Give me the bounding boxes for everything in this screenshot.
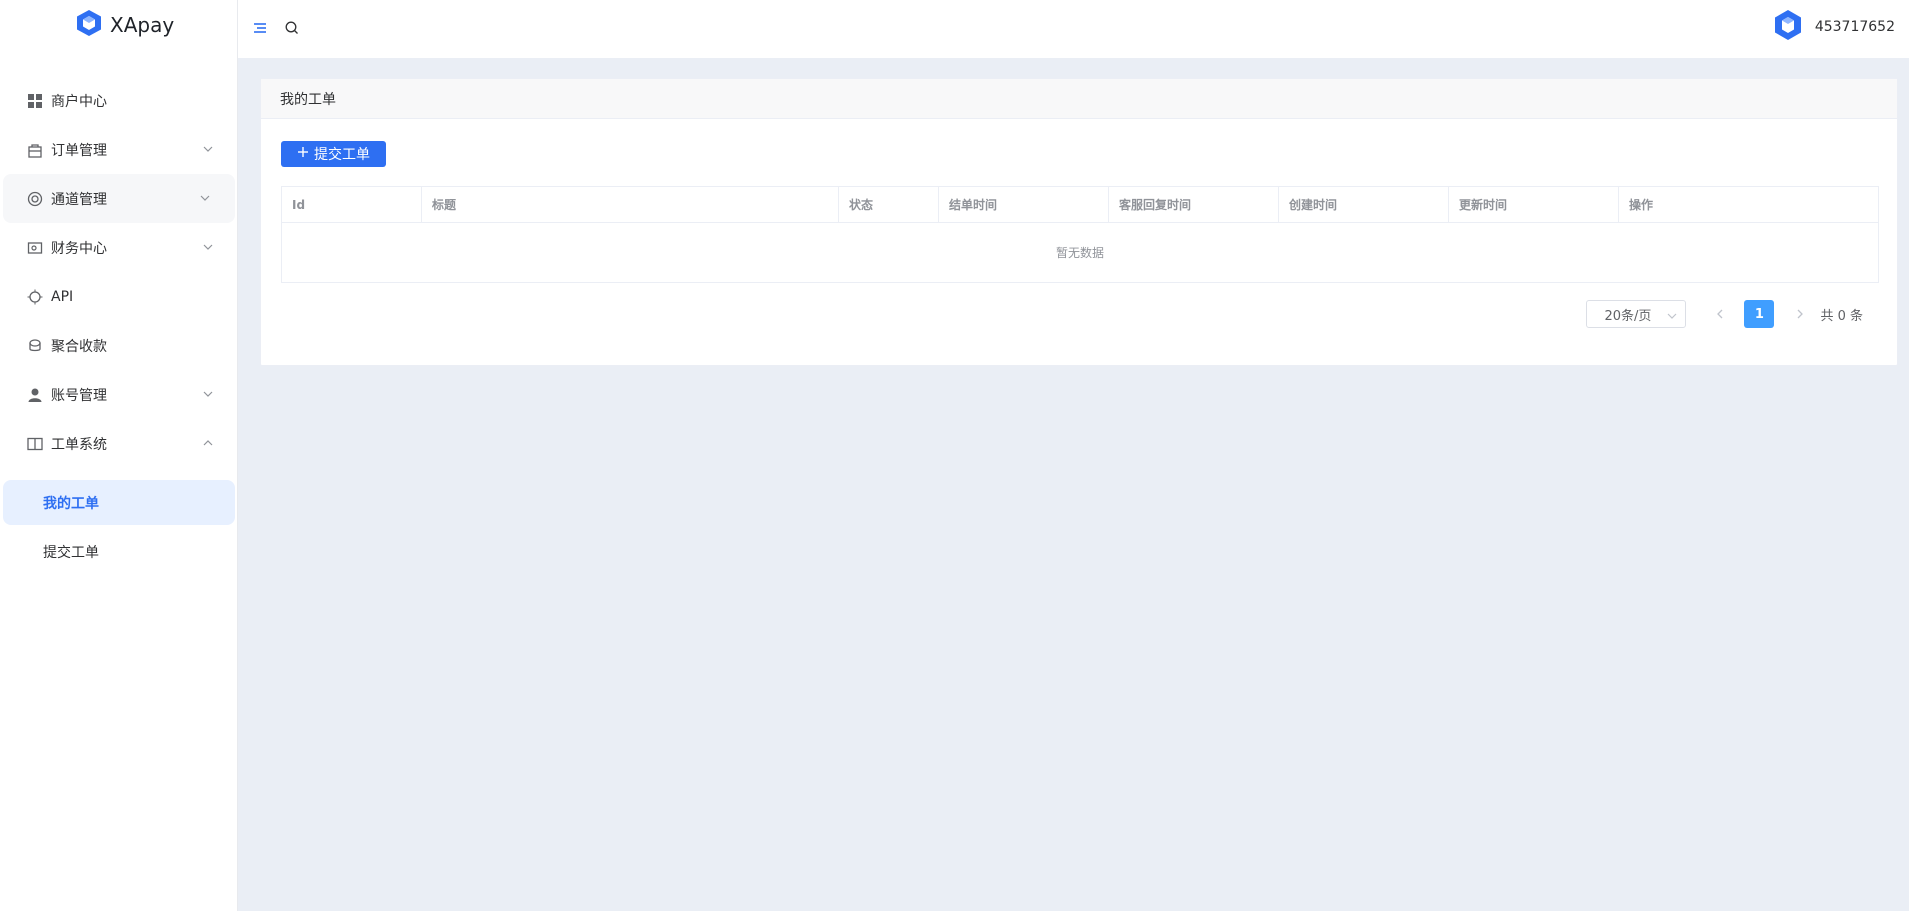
page-number-current[interactable]: 1	[1744, 300, 1775, 328]
chevron-down-icon	[1667, 310, 1677, 320]
sidebar-item-merchant-center[interactable]: 商户中心	[0, 76, 238, 125]
chevron-up-icon	[202, 437, 214, 449]
chevron-down-icon	[202, 143, 214, 155]
top-header: 453717652	[238, 0, 1909, 58]
sidebar-subitem-my-tickets[interactable]: 我的工单	[3, 480, 235, 525]
sidebar-item-label: 商户中心	[51, 93, 107, 110]
menu-toggle-icon[interactable]	[252, 20, 268, 36]
page-size-value: 20条/页	[1604, 308, 1652, 324]
tickets-table: Id 标题 状态 结单时间 客服回复时间 创建时间 更新时间 操作 暂无数据	[281, 186, 1879, 283]
sidebar: XApay 商户中心 订单管理 通道管理 财务中心 API 聚合收款 账号管理 …	[0, 0, 238, 911]
sidebar-item-label: API	[51, 288, 74, 305]
search-icon[interactable]	[284, 20, 300, 36]
page-size-select[interactable]: 20条/页	[1586, 300, 1687, 328]
sidebar-item-label: 工单系统	[51, 436, 107, 453]
submit-ticket-button[interactable]: 提交工单	[281, 141, 386, 167]
column-header-updated-time[interactable]: 更新时间	[1449, 187, 1619, 222]
pagination: 20条/页 1 共 0 条	[1586, 300, 1863, 328]
column-header-closed-time[interactable]: 结单时间	[939, 187, 1109, 222]
submit-ticket-label: 提交工单	[314, 147, 370, 163]
prev-page-button[interactable]	[1706, 300, 1734, 328]
sidebar-item-label: 聚合收款	[51, 338, 107, 355]
lifebuoy-icon	[27, 191, 43, 207]
username: 453717652	[1814, 19, 1895, 35]
sidebar-item-label: 通道管理	[51, 191, 107, 208]
card-title: 我的工单	[261, 79, 1897, 119]
grid-icon	[27, 93, 43, 109]
plus-icon	[297, 146, 309, 162]
chevron-left-icon	[1717, 309, 1723, 319]
sidebar-subitem-submit-ticket[interactable]: 提交工单	[3, 529, 235, 574]
sidebar-item-accounts[interactable]: 账号管理	[0, 370, 238, 419]
table-header: Id 标题 状态 结单时间 客服回复时间 创建时间 更新时间 操作	[282, 187, 1878, 223]
user-icon	[27, 387, 43, 403]
sidebar-menu: 商户中心 订单管理 通道管理 财务中心 API 聚合收款 账号管理 工单系统 我…	[0, 76, 238, 578]
app-name: XApay	[110, 13, 175, 37]
column-header-created-time[interactable]: 创建时间	[1279, 187, 1449, 222]
tickets-submenu: 我的工单 提交工单	[0, 480, 238, 574]
next-page-button[interactable]	[1786, 300, 1814, 328]
sidebar-item-api[interactable]: API	[0, 272, 238, 321]
tickets-card: 我的工单 提交工单 Id 标题 状态 结单时间 客服回复时间 创建时间 更新时间…	[260, 78, 1898, 366]
sidebar-item-label: 订单管理	[51, 142, 107, 159]
sidebar-item-orders[interactable]: 订单管理	[0, 125, 238, 174]
chevron-right-icon	[1797, 309, 1804, 319]
sidebar-item-label: 账号管理	[51, 387, 107, 404]
sidebar-item-aggregate-payment[interactable]: 聚合收款	[0, 321, 238, 370]
chevron-down-icon	[202, 388, 214, 400]
avatar	[1769, 6, 1806, 48]
chevron-down-icon	[199, 192, 211, 204]
book-icon	[27, 436, 43, 452]
table-empty-text: 暂无数据	[1055, 246, 1104, 260]
chevron-down-icon	[202, 241, 214, 253]
sidebar-item-label: 财务中心	[51, 240, 107, 257]
logo-hexagon-icon	[76, 9, 102, 41]
column-header-id[interactable]: Id	[282, 187, 422, 222]
column-header-reply-time[interactable]: 客服回复时间	[1109, 187, 1279, 222]
column-header-status[interactable]: 状态	[839, 187, 939, 222]
wallet-icon	[27, 240, 43, 256]
sidebar-item-finance[interactable]: 财务中心	[0, 223, 238, 272]
column-header-actions[interactable]: 操作	[1619, 187, 1878, 222]
cash-icon	[27, 338, 43, 354]
chip-icon	[27, 289, 43, 305]
sidebar-item-tickets[interactable]: 工单系统	[0, 419, 238, 468]
app-logo[interactable]: XApay	[76, 8, 174, 42]
sidebar-item-channels[interactable]: 通道管理	[3, 174, 235, 223]
bag-icon	[27, 142, 43, 158]
column-header-title[interactable]: 标题	[422, 187, 839, 222]
pagination-total: 共 0 条	[1820, 308, 1863, 324]
user-menu[interactable]: 453717652	[1769, 6, 1895, 48]
